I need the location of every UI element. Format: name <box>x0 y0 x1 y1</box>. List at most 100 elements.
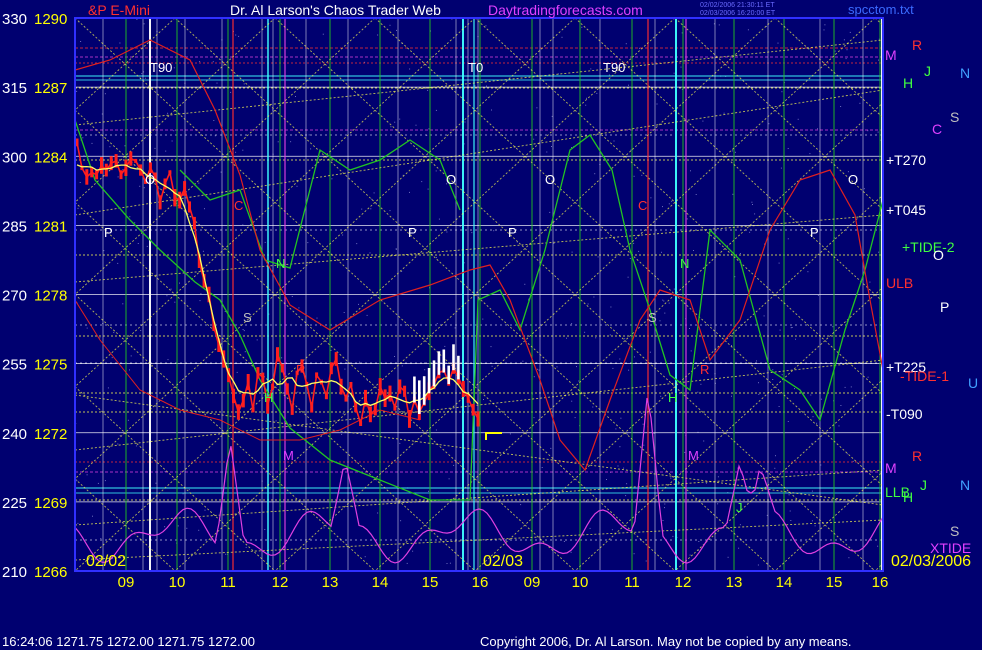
star-dot <box>361 208 363 210</box>
star-dot <box>670 477 672 479</box>
star-dot <box>435 170 437 172</box>
star-dot <box>235 151 237 153</box>
star-dot <box>702 120 704 122</box>
star-dot <box>814 525 816 527</box>
star-dot <box>768 123 770 125</box>
chart-marker-letter: R <box>296 362 305 377</box>
star-dot <box>794 388 795 390</box>
star-dot <box>173 130 175 132</box>
right-planet-label: H <box>903 489 913 505</box>
star-dot <box>566 337 567 339</box>
chart-marker-letter: P <box>408 225 417 240</box>
star-dot <box>587 303 589 305</box>
star-dot <box>99 337 101 339</box>
y-axis-price-label: 1287 <box>34 80 67 97</box>
star-dot <box>446 231 448 233</box>
star-dot <box>127 419 129 421</box>
star-dot <box>344 368 346 370</box>
star-dot <box>111 357 113 359</box>
star-dot <box>661 251 662 253</box>
star-dot <box>551 146 552 147</box>
right-planet-label: J <box>920 477 927 493</box>
star-dot <box>298 307 300 309</box>
star-dot <box>482 318 484 320</box>
star-dot <box>756 360 757 362</box>
star-dot <box>322 33 324 35</box>
star-dot <box>613 140 615 142</box>
star-dot <box>356 243 358 245</box>
chart-stage: 330 1290 315 1287 300 1284 285 1281 270 1278 255 12… <box>0 0 982 650</box>
star-dot <box>275 420 277 422</box>
star-dot <box>571 323 573 325</box>
footer-copyright: Copyright 2006, Dr. Al Larson. May not b… <box>480 634 851 649</box>
star-dot <box>174 301 176 303</box>
star-dot <box>571 400 573 402</box>
y-axis-degree-label: 240 <box>2 426 27 443</box>
star-dot <box>820 464 822 466</box>
star-dot <box>103 250 105 252</box>
x-axis-hour-label: 09 <box>524 574 541 591</box>
star-dot <box>689 554 691 556</box>
right-planet-label: J <box>924 63 931 79</box>
y-axis-degree-label: 210 <box>2 564 27 581</box>
chart-canvas: 330 1290 315 1287 300 1284 285 1281 270 1278 255 12… <box>0 0 982 650</box>
star-dot <box>541 467 543 468</box>
chart-marker-letter: M <box>283 448 294 463</box>
star-dot <box>801 472 803 474</box>
star-dot <box>428 490 429 492</box>
star-dot <box>308 134 310 136</box>
star-dot <box>561 36 563 38</box>
star-dot <box>807 271 809 273</box>
star-dot <box>749 231 751 233</box>
star-dot <box>747 29 749 31</box>
star-dot <box>625 43 627 45</box>
star-dot <box>421 181 423 183</box>
star-dot <box>790 327 792 329</box>
star-dot <box>107 387 109 389</box>
star-dot <box>563 541 565 542</box>
chart-title: Dr. Al Larson's Chaos Trader Web <box>230 2 441 18</box>
star-dot <box>627 276 629 278</box>
star-dot <box>638 250 640 252</box>
star-dot <box>789 510 791 512</box>
star-dot <box>76 90 78 92</box>
star-dot <box>574 417 576 419</box>
star-dot <box>188 489 190 491</box>
chart-marker-letter: N <box>276 256 285 271</box>
star-dot <box>774 467 776 469</box>
star-dot <box>464 121 466 123</box>
star-dot <box>399 442 401 444</box>
star-dot <box>214 135 216 137</box>
star-dot <box>834 50 836 52</box>
star-dot <box>671 200 673 202</box>
star-dot <box>723 112 725 114</box>
star-dot <box>641 412 643 414</box>
star-dot <box>553 242 555 244</box>
chart-marker-letter: P <box>508 225 517 240</box>
chart-marker-letter: O <box>545 172 555 187</box>
time-marker-label: T90 <box>150 60 172 75</box>
timestamp-line-1: 02/02/2006 21:30:11 ET <box>700 2 775 9</box>
star-dot <box>668 302 670 304</box>
website-link[interactable]: Daytradingforecasts.com <box>488 2 643 18</box>
star-dot <box>389 210 391 212</box>
star-dot <box>186 527 188 529</box>
star-dot <box>662 299 664 301</box>
star-dot <box>199 61 201 63</box>
star-dot <box>483 399 484 400</box>
star-dot <box>778 262 780 264</box>
star-dot <box>213 120 215 121</box>
star-dot <box>781 374 783 376</box>
star-dot <box>449 562 451 564</box>
star-dot <box>143 23 145 25</box>
star-dot <box>663 300 665 302</box>
star-dot <box>82 137 84 139</box>
star-dot <box>394 121 396 123</box>
star-dot <box>832 326 834 328</box>
star-dot <box>264 241 266 243</box>
star-dot <box>170 288 172 290</box>
star-dot <box>401 365 403 367</box>
star-dot <box>359 361 360 363</box>
star-dot <box>820 398 822 400</box>
star-dot <box>642 423 644 425</box>
